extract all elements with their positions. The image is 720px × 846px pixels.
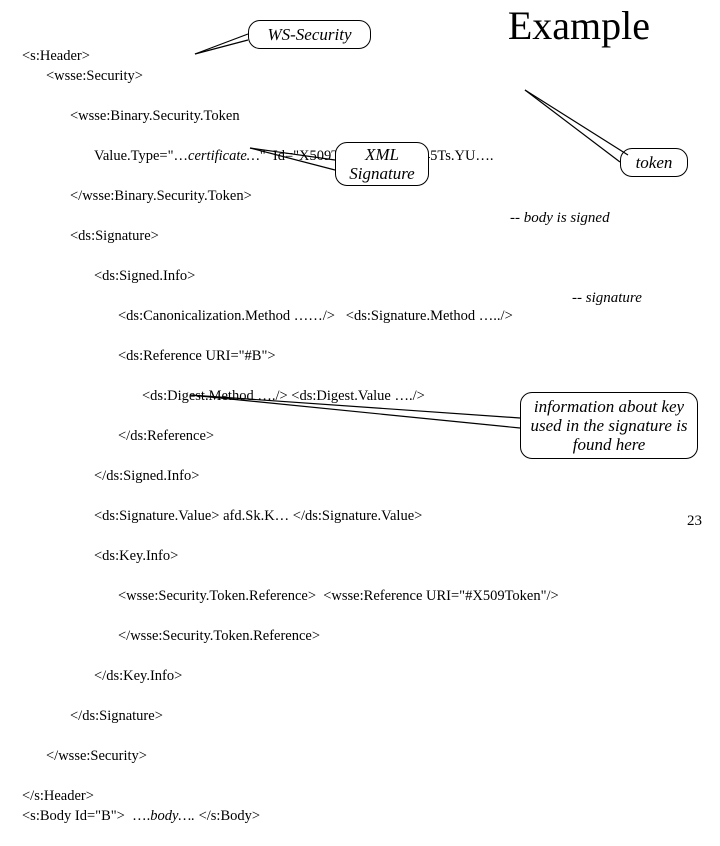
callout-ws-security: WS-Security — [248, 20, 371, 49]
code-line: <ds:Digest.Method …./> <ds:Digest.Value … — [22, 386, 559, 406]
code-line: <ds:Reference URI="#B"> — [22, 346, 559, 366]
code-line: <s:Body Id="B"> ….body…. </s:Body> — [22, 808, 260, 824]
code-text: Value.Type="… — [94, 148, 188, 164]
code-line: Value.Type="…certificate…" Id="X509Token… — [22, 146, 559, 166]
code-line: <ds:Key.Info> — [22, 546, 559, 566]
xml-code-block: <s:Header> <wsse:Security> <wsse:Binary.… — [22, 26, 559, 846]
code-line: </wsse:Binary.Security.Token> — [22, 186, 559, 206]
code-line: <ds:Signature.Value> afd.Sk.K… </ds:Sign… — [22, 506, 559, 526]
code-text: </s:Body> — [195, 808, 260, 824]
code-line: </wsse:Security.Token.Reference> — [22, 626, 559, 646]
code-text: <s:Body Id="B"> …. — [22, 808, 150, 824]
callout-keyinfo: information about key used in the signat… — [520, 392, 698, 459]
code-line: <ds:Canonicalization.Method ……/> <ds:Sig… — [22, 306, 559, 326]
code-line: <ds:Signed.Info> — [22, 266, 559, 286]
slide-stage: Example <s:Header> <wsse:Security> <wsse… — [0, 0, 720, 540]
code-text-ital: body…. — [150, 808, 195, 824]
callout-xml-signature: XML Signature — [335, 142, 429, 186]
annot-signature: -- signature — [572, 290, 642, 307]
code-line: </wsse:Security> — [22, 746, 559, 766]
code-line: </ds:Key.Info> — [22, 666, 559, 686]
page-number: 23 — [687, 513, 702, 530]
code-line: </ds:Signature> — [22, 706, 559, 726]
code-line: <wsse:Binary.Security.Token — [22, 106, 559, 126]
callout-token: token — [620, 148, 688, 177]
code-line: <ds:Signature> — [22, 226, 559, 246]
code-line: </ds:Reference> — [22, 426, 559, 446]
annot-body-signed: -- body is signed — [510, 210, 610, 227]
code-line: </ds:Signed.Info> — [22, 466, 559, 486]
code-line: <wsse:Security.Token.Reference> <wsse:Re… — [22, 586, 559, 606]
code-line: <wsse:Security> — [22, 66, 559, 86]
code-line: <s:Header> — [22, 48, 90, 64]
code-line: </s:Header> — [22, 788, 94, 804]
code-text-ital: certificate… — [188, 148, 260, 164]
